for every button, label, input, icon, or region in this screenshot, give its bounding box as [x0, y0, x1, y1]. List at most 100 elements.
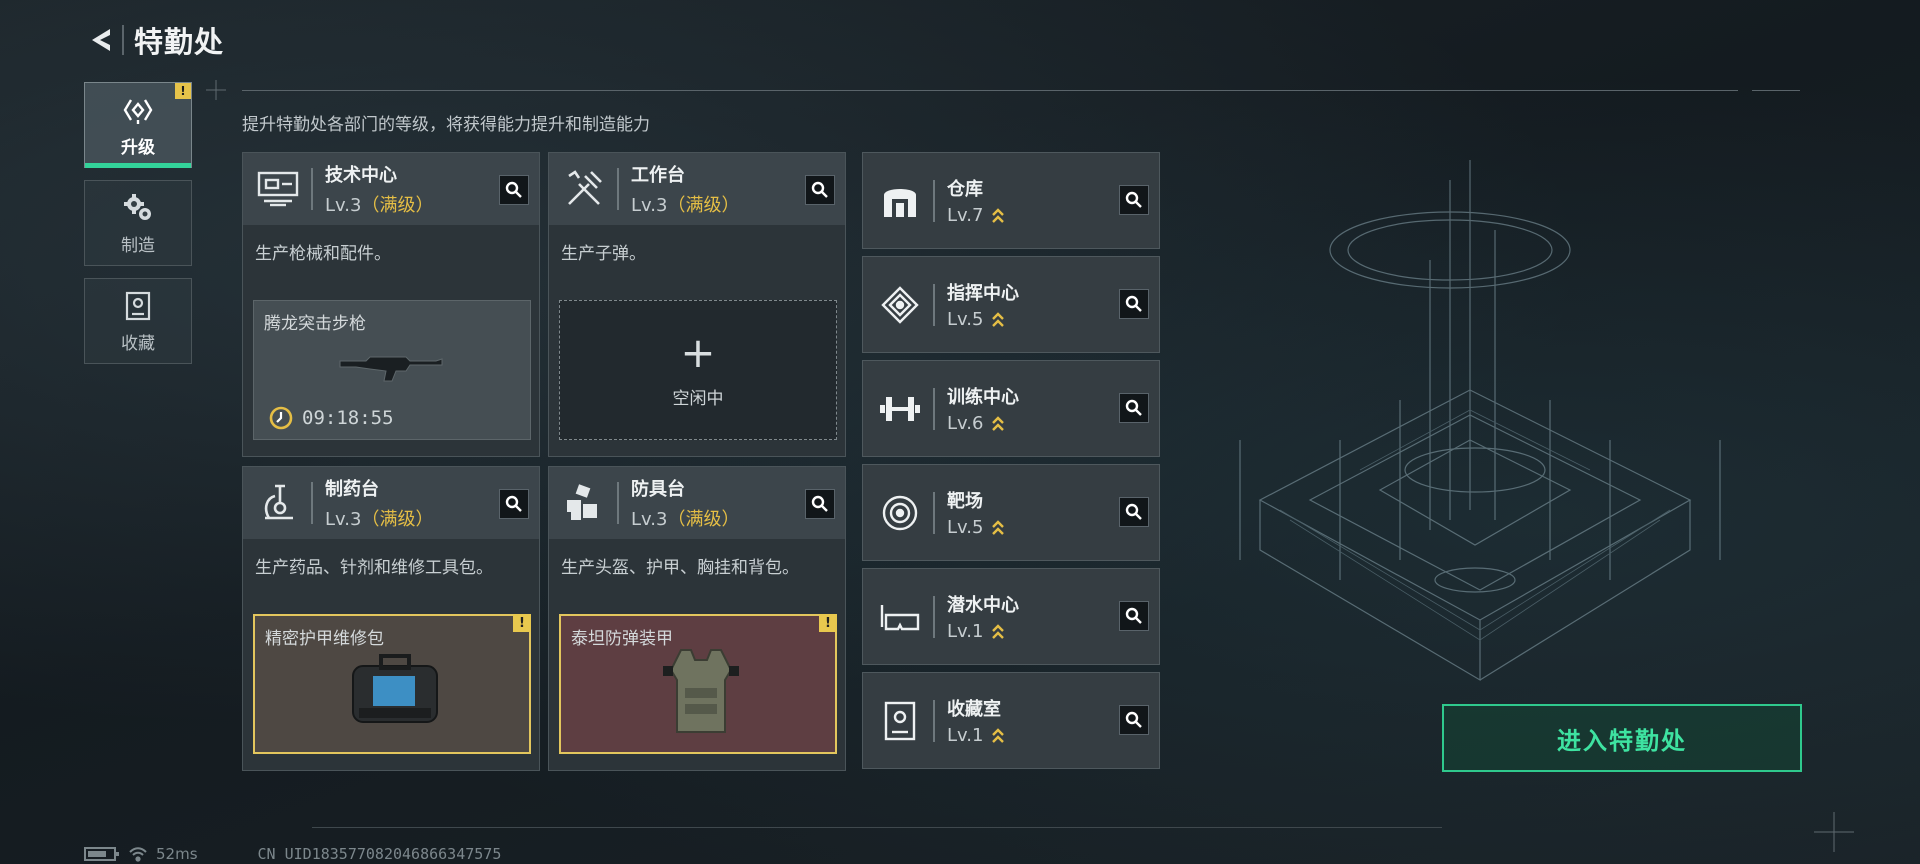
- department-description: 生产子弹。: [561, 244, 646, 264]
- search-icon: [811, 495, 828, 512]
- department-name: 收藏室: [947, 699, 1001, 720]
- search-icon: [505, 495, 522, 512]
- craft-timer: 09:18:55: [268, 405, 394, 431]
- back-arrow-icon[interactable]: [84, 23, 118, 57]
- slot-item-name: 精密护甲维修包: [265, 629, 384, 649]
- top-divider: [242, 90, 1738, 91]
- card-separator: [933, 595, 935, 638]
- upgrade-icon: [121, 93, 155, 127]
- nav-label: 升级: [121, 137, 155, 158]
- status-bar: 52ms CN UID183577082046866347575: [84, 845, 501, 863]
- department-card-warehouse[interactable]: 仓库 Lv.7: [862, 152, 1160, 249]
- department-level: Lv.3（满级）: [631, 509, 740, 530]
- card-separator: [933, 699, 935, 742]
- card-separator: [933, 491, 935, 534]
- armor-bench-icon: [555, 474, 613, 532]
- command-center-icon: [871, 276, 929, 334]
- page-title: 特勤处: [134, 25, 225, 59]
- nav-item-craft[interactable]: 制造: [84, 180, 192, 266]
- search-icon: [1125, 399, 1142, 416]
- upgrade-available-icon: [992, 208, 1005, 223]
- department-level: Lv.3（满级）: [325, 509, 434, 530]
- search-icon: [1125, 295, 1142, 312]
- inspect-button[interactable]: [1119, 601, 1149, 631]
- corner-crosshair-icon: [206, 80, 226, 100]
- department-card-diving-center[interactable]: 潜水中心 Lv.1: [862, 568, 1160, 665]
- header-divider: [122, 25, 124, 55]
- department-card-pharmacy[interactable]: 制药台 Lv.3（满级） 生产药品、针剂和维修工具包。 ! 精密护甲维修包: [242, 466, 540, 771]
- department-level: Lv.5: [947, 309, 1019, 330]
- department-name: 仓库: [947, 179, 983, 200]
- department-card-shooting-range[interactable]: 靶场 Lv.5: [862, 464, 1160, 561]
- department-level: Lv.1: [947, 725, 1005, 746]
- gears-icon: [121, 191, 155, 225]
- completed-production-slot[interactable]: ! 泰坦防弹装甲: [559, 614, 837, 754]
- search-icon: [1125, 503, 1142, 520]
- inspect-button[interactable]: [1119, 705, 1149, 735]
- department-name: 靶场: [947, 491, 983, 512]
- wifi-icon: [129, 847, 147, 862]
- section-subtitle: 提升特勤处各部门的等级，将获得能力提升和制造能力: [242, 115, 650, 135]
- nav-item-collection[interactable]: 收藏: [84, 278, 192, 364]
- upgrade-available-icon: [992, 416, 1005, 431]
- alert-badge: !: [175, 83, 191, 99]
- inspect-button[interactable]: [805, 175, 835, 205]
- department-level: Lv.6: [947, 413, 1019, 434]
- department-card-armor-bench[interactable]: 防具台 Lv.3（满级） 生产头盔、护甲、胸挂和背包。 ! 泰坦防弹装甲: [548, 466, 846, 771]
- inspect-button[interactable]: [499, 489, 529, 519]
- department-name: 指挥中心: [947, 283, 1019, 304]
- department-level: Lv.3（满级）: [325, 195, 434, 216]
- upgrade-available-icon: [992, 728, 1005, 743]
- slot-item-name: 腾龙突击步枪: [264, 314, 366, 334]
- search-icon: [1125, 607, 1142, 624]
- card-separator: [617, 168, 619, 210]
- card-separator: [933, 179, 935, 222]
- department-card-workbench[interactable]: 工作台 Lv.3（满级） 生产子弹。 + 空闲中: [548, 152, 846, 457]
- department-level: Lv.1: [947, 621, 1019, 642]
- department-card-training-center[interactable]: 训练中心 Lv.6: [862, 360, 1160, 457]
- slot-idle-label: 空闲中: [672, 388, 724, 409]
- card-separator: [311, 482, 313, 524]
- card-separator: [311, 168, 313, 210]
- inspect-button[interactable]: [499, 175, 529, 205]
- collection-icon: [121, 289, 155, 323]
- inspect-button[interactable]: [805, 489, 835, 519]
- department-level: Lv.7: [947, 205, 1005, 226]
- upgrade-available-icon: [992, 312, 1005, 327]
- department-level: Lv.3（满级）: [631, 195, 740, 216]
- upgrade-available-icon: [992, 624, 1005, 639]
- department-card-collection-room[interactable]: 收藏室 Lv.1: [862, 672, 1160, 769]
- enter-facility-button[interactable]: 进入特勤处: [1442, 704, 1802, 772]
- inspect-button[interactable]: [1119, 289, 1149, 319]
- workbench-icon: [555, 160, 613, 218]
- inspect-button[interactable]: [1119, 185, 1149, 215]
- user-uid: CN UID183577082046866347575: [257, 845, 502, 863]
- production-slot[interactable]: 腾龙突击步枪 09:18:55: [253, 300, 531, 440]
- department-name: 训练中心: [947, 387, 1019, 408]
- alert-badge: !: [819, 614, 837, 632]
- nav-label: 制造: [121, 235, 155, 256]
- corner-crosshair-icon: [1814, 812, 1854, 852]
- card-separator: [933, 283, 935, 326]
- inspect-button[interactable]: [1119, 497, 1149, 527]
- empty-production-slot[interactable]: + 空闲中: [559, 300, 837, 440]
- department-level: Lv.5: [947, 517, 1005, 538]
- rifle-icon: [339, 356, 443, 382]
- search-icon: [1125, 711, 1142, 728]
- department-card-command-center[interactable]: 指挥中心 Lv.5: [862, 256, 1160, 353]
- bottom-divider: [312, 827, 1442, 828]
- inspect-button[interactable]: [1119, 393, 1149, 423]
- card-header: 防具台 Lv.3（满级）: [549, 467, 845, 539]
- card-separator: [617, 482, 619, 524]
- department-card-tech-center[interactable]: 技术中心 Lv.3（满级） 生产枪械和配件。 腾龙突击步枪 09:18:55: [242, 152, 540, 457]
- department-name: 潜水中心: [947, 595, 1019, 616]
- nav-label: 收藏: [121, 333, 155, 354]
- card-header: 制药台 Lv.3（满级）: [243, 467, 539, 539]
- search-icon: [505, 181, 522, 198]
- top-divider-right: [1752, 90, 1800, 91]
- nav-item-upgrade[interactable]: ! 升级: [84, 82, 192, 168]
- completed-production-slot[interactable]: ! 精密护甲维修包: [253, 614, 531, 754]
- repair-kit-icon: [352, 654, 438, 723]
- training-center-icon: [871, 380, 929, 438]
- department-description: 生产药品、针剂和维修工具包。: [255, 558, 493, 578]
